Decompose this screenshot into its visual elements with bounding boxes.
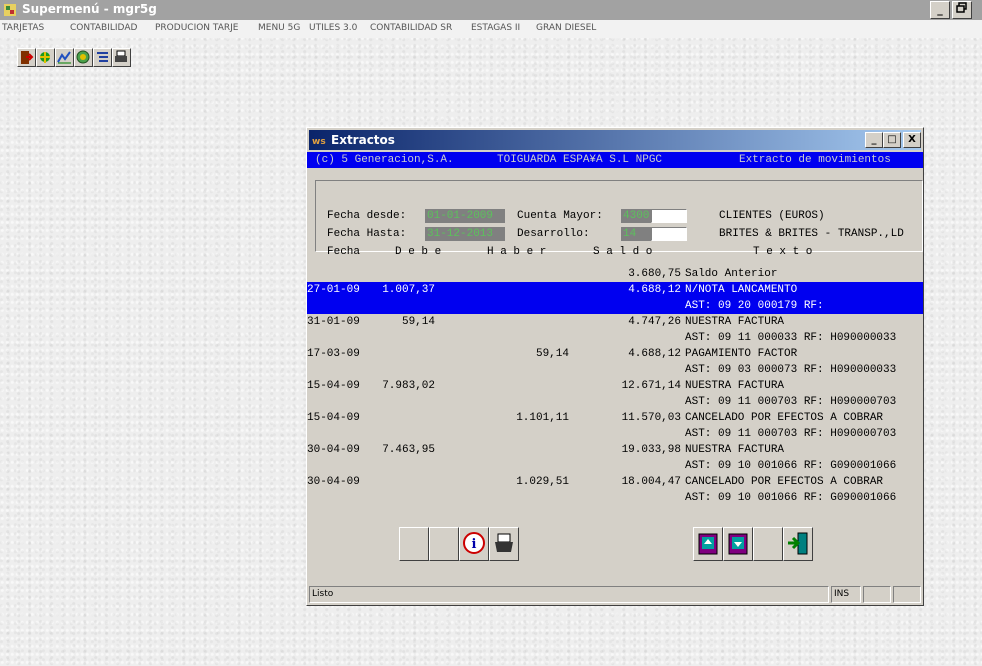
desarrollo-field[interactable]: 14 [621,227,651,241]
page-up-button[interactable] [693,527,723,561]
app-title-bar: Supermenú - mgr5g _ [0,0,982,20]
client-name: TOIGUARDA ESPA¥A S.L NPGC [497,154,663,166]
exit-button[interactable] [783,527,813,561]
fecha-desde-field[interactable]: 01-01-2009 [425,209,505,223]
info-button[interactable]: i [459,527,489,561]
status-bar: Listo INS [309,586,921,603]
menu-gran-diesel[interactable]: GRAN DIESEL [536,20,596,36]
table-row[interactable]: 31-01-09 59,14 4.747,26 NUESTRA FACTURA [307,314,923,330]
status-text: Listo [309,586,829,603]
menu-contabilidad-sr[interactable]: CONTABILIDAD SR [370,20,452,36]
toolbar-tree-button[interactable] [36,48,55,67]
table-row[interactable]: AST: 09 11 000703 RF: H090000703 [307,426,923,442]
chart-icon [57,51,71,64]
svg-text:i: i [472,537,477,552]
status-cell-empty [893,586,921,603]
window-minimize-button[interactable]: _ [865,132,883,148]
print-button[interactable] [489,527,519,561]
app-icon [4,4,16,16]
blank-button[interactable] [399,527,429,561]
table-row[interactable]: AST: 09 03 000073 RF: H090000033 [307,362,923,378]
table-row[interactable]: 17-03-09 59,14 4.688,12 PAGAMIENTO FACTOR [307,346,923,362]
table-row[interactable]: 15-04-09 7.983,02 12.671,14 NUESTRA FACTURA [307,378,923,394]
app-title: Supermenú - mgr5g [22,2,157,16]
print-icon [495,533,513,552]
toolbar-chart-button[interactable] [55,48,74,67]
menu-utiles[interactable]: UTILES 3.0 [309,20,357,36]
table-row[interactable]: 15-04-09 1.101,11 11.570,03 CANCELADO POR E… [307,410,923,426]
extractos-window: ws Extractos _ □ X (c) 5 Generacion,S.A.… [306,127,924,606]
toolbar-exit-button[interactable] [17,48,36,67]
info-icon: i [463,532,485,554]
table-row[interactable]: 27-01-09 1.007,37 4.688,12 N/NOTA LANCAMENT… [307,282,923,298]
status-cell-empty [863,586,891,603]
toolbar-list-button[interactable] [93,48,112,67]
table-row[interactable]: 3.680,75 Saldo Anterior [307,266,923,282]
column-saldo: S a l d o [593,246,653,258]
fecha-hasta-label: Fecha Hasta: [327,228,407,240]
restore-button[interactable] [952,1,972,19]
table-row[interactable]: 30-04-09 1.029,51 18.004,47 CANCELADO POR E… [307,474,923,490]
window-maximize-button[interactable]: □ [883,132,901,148]
fecha-hasta-field[interactable]: 31-12-2013 [425,227,505,241]
toolbar-print-button[interactable] [112,48,131,67]
page-down-icon [728,533,748,555]
table-row[interactable]: AST: 09 10 001066 RF: G090001066 [307,490,923,506]
company-name: (c) 5 Generacion,S.A. [315,154,454,166]
ins-indicator: INS [831,586,861,603]
cuenta-mayor-field[interactable]: 4300 [621,209,651,223]
desarrollo-desc: BRITES & BRITES - TRANSP.,LD [719,228,904,240]
movements-list[interactable]: 3.680,75 Saldo Anterior 27-01-09 1.007,37 4… [307,266,923,540]
menu-estagas[interactable]: ESTAGAS II [471,20,520,36]
table-row[interactable]: AST: 09 11 000033 RF: H090000033 [307,330,923,346]
globe-icon [76,50,90,64]
window-title: Extractos [331,133,395,147]
blank-button[interactable] [429,527,459,561]
print-icon [115,50,127,62]
column-debe: D e b e [395,246,442,258]
table-row[interactable]: AST: 09 20 000179 RF: [307,298,923,314]
menu-contabilidad[interactable]: CONTABILIDAD [70,20,137,36]
menu-menu5g[interactable]: MENU 5G [258,20,300,36]
blank-button[interactable] [753,527,783,561]
column-texto: T e x t o [753,246,813,258]
table-row[interactable]: AST: 09 11 000703 RF: H090000703 [307,394,923,410]
page-down-button[interactable] [723,527,753,561]
menu-producion-tarje[interactable]: PRODUCION TARJE [155,20,238,36]
svg-text:ws: ws [312,137,326,146]
fecha-desde-label: Fecha desde: [327,210,407,222]
cuenta-mayor-label: Cuenta Mayor: [517,210,603,222]
minimize-button[interactable]: _ [930,1,950,19]
toolbar-globe-button[interactable] [74,48,93,67]
company-header-bar: (c) 5 Generacion,S.A. TOIGUARDA ESPA¥A S… [307,152,923,168]
module-name: Extracto de movimientos [739,154,891,166]
table-row[interactable]: AST: 09 10 001066 RF: G090001066 [307,458,923,474]
window-icon: ws [312,137,326,146]
column-haber: H a b e r [487,246,547,258]
column-fecha: Fecha [327,246,361,258]
table-row[interactable]: 30-04-09 7.463,95 19.033,98 NUESTRA FACTURA [307,442,923,458]
window-close-button[interactable]: X [903,132,921,148]
restore-icon [956,2,967,13]
tree-icon [40,52,50,63]
desarrollo-blank[interactable] [651,227,687,241]
exit-icon [21,51,34,64]
cuenta-mayor-blank[interactable] [651,209,687,223]
desarrollo-label: Desarrollo: [517,228,590,240]
page-up-icon [698,533,718,555]
exit-icon [788,532,808,555]
list-icon [97,52,108,62]
cuenta-mayor-desc: CLIENTES (EUROS) [719,210,825,222]
window-title-bar: ws Extractos _ □ X [309,130,921,150]
menu-tarjetas[interactable]: TARJETAS [2,20,44,36]
